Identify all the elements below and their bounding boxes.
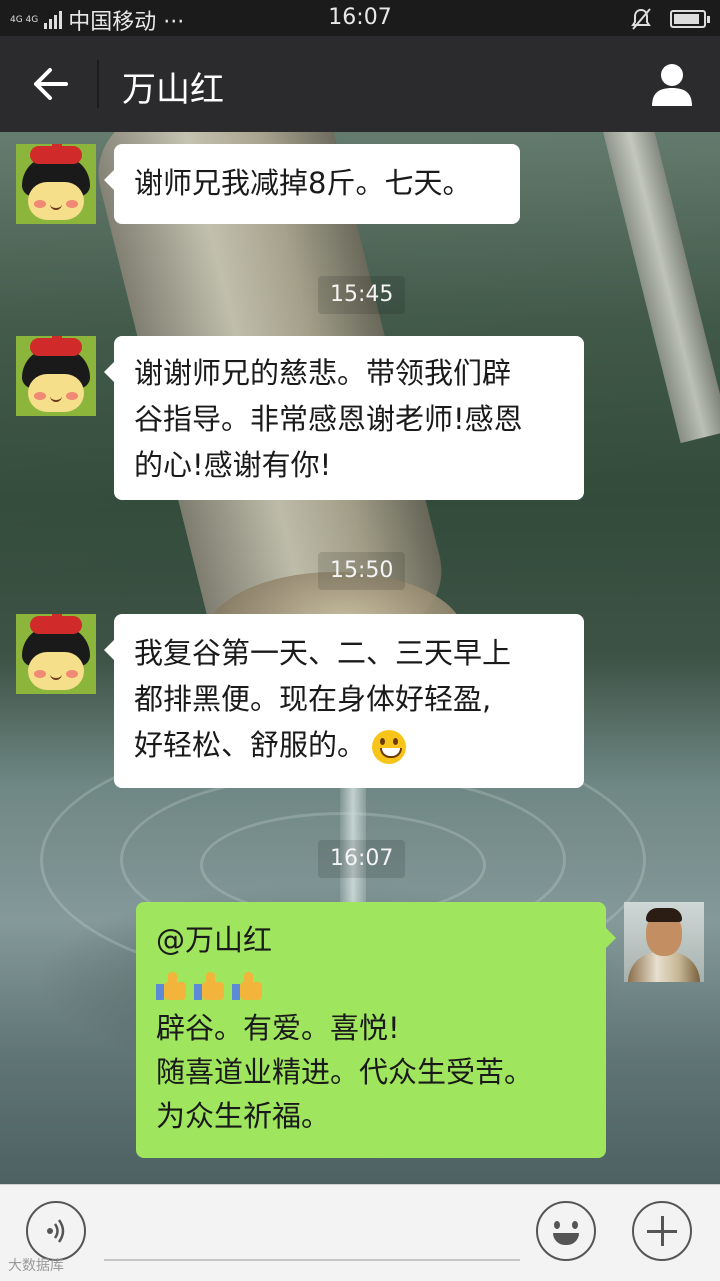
voice-icon[interactable]: [26, 1201, 86, 1261]
status-time: 16:07: [328, 5, 392, 30]
voice-glyph: [47, 1219, 65, 1243]
message-text: 我复谷第一天、二、三天早上: [134, 636, 512, 670]
mute-icon: [631, 8, 651, 30]
mention-text: @万山红: [156, 923, 273, 957]
message-text: 谷指导。非常感恩谢老师!感恩: [134, 402, 523, 436]
thumbs-up-icon: [156, 970, 188, 1002]
chat-title: 万山红: [122, 70, 224, 110]
message-bubble-received[interactable]: 谢谢师兄的慈悲。带领我们辟 谷指导。非常感恩谢老师!感恩 的心!感谢有你!: [104, 336, 584, 500]
message-text: 都排黑便。现在身体好轻盈,: [134, 682, 492, 716]
message-bubble-received[interactable]: 谢师兄我减掉8斤。七天。: [104, 144, 520, 224]
message-text: 的心!感谢有你!: [134, 448, 332, 482]
battery-fill: [674, 14, 700, 24]
watermark-text: 大数据库: [8, 1258, 64, 1274]
status-right: [630, 7, 710, 31]
message-input[interactable]: [104, 1259, 520, 1261]
timestamp: 16:07: [318, 840, 406, 878]
header-divider: [97, 60, 99, 108]
message-text: 谢师兄我减掉8斤。七天。: [134, 166, 472, 200]
background-pole: [600, 132, 720, 444]
grinning-face-icon: [372, 730, 407, 764]
arrow-left-icon[interactable]: [28, 64, 72, 104]
message-text: 辟谷。有爱。喜悦!: [156, 1011, 400, 1045]
contact-avatar[interactable]: [16, 336, 96, 416]
message-bubble-sent[interactable]: @万山红 辟谷。有爱。喜悦! 随喜道业精进。代众生受苦。 为众生祈福。: [136, 902, 616, 1158]
message-bubble-received[interactable]: 我复谷第一天、二、三天早上 都排黑便。现在身体好轻盈, 好轻松、舒服的。: [104, 614, 584, 788]
battery-icon: [670, 10, 710, 28]
message-text: 谢谢师兄的慈悲。带领我们辟: [134, 356, 512, 390]
timestamp: 15:45: [318, 276, 406, 314]
input-bar: 大数据库: [0, 1184, 720, 1281]
contact-avatar[interactable]: [16, 614, 96, 694]
thumbs-up-icon: [232, 970, 264, 1002]
message-text: 随喜道业精进。代众生受苦。: [156, 1055, 534, 1089]
my-avatar[interactable]: [624, 902, 704, 982]
timestamp: 15:50: [318, 552, 406, 590]
chat-area[interactable]: 谢师兄我减掉8斤。七天。 15:45 谢谢师兄的慈悲。带领我们辟 谷指导。非常感…: [0, 132, 720, 1184]
message-line: 好轻松、舒服的。: [134, 722, 562, 768]
plus-icon[interactable]: [632, 1201, 692, 1261]
thumbs-row: [156, 962, 584, 1006]
contact-avatar[interactable]: [16, 144, 96, 224]
status-bar: 4G 4G 中国移动 ··· 16:07: [0, 0, 720, 36]
chat-header: 万山红: [0, 36, 720, 132]
smiley-icon[interactable]: [536, 1201, 596, 1261]
message-text: 好轻松、舒服的。: [134, 728, 367, 762]
person-icon[interactable]: [650, 62, 694, 108]
message-text: 为众生祈福。: [156, 1099, 331, 1133]
thumbs-up-icon: [194, 970, 226, 1002]
